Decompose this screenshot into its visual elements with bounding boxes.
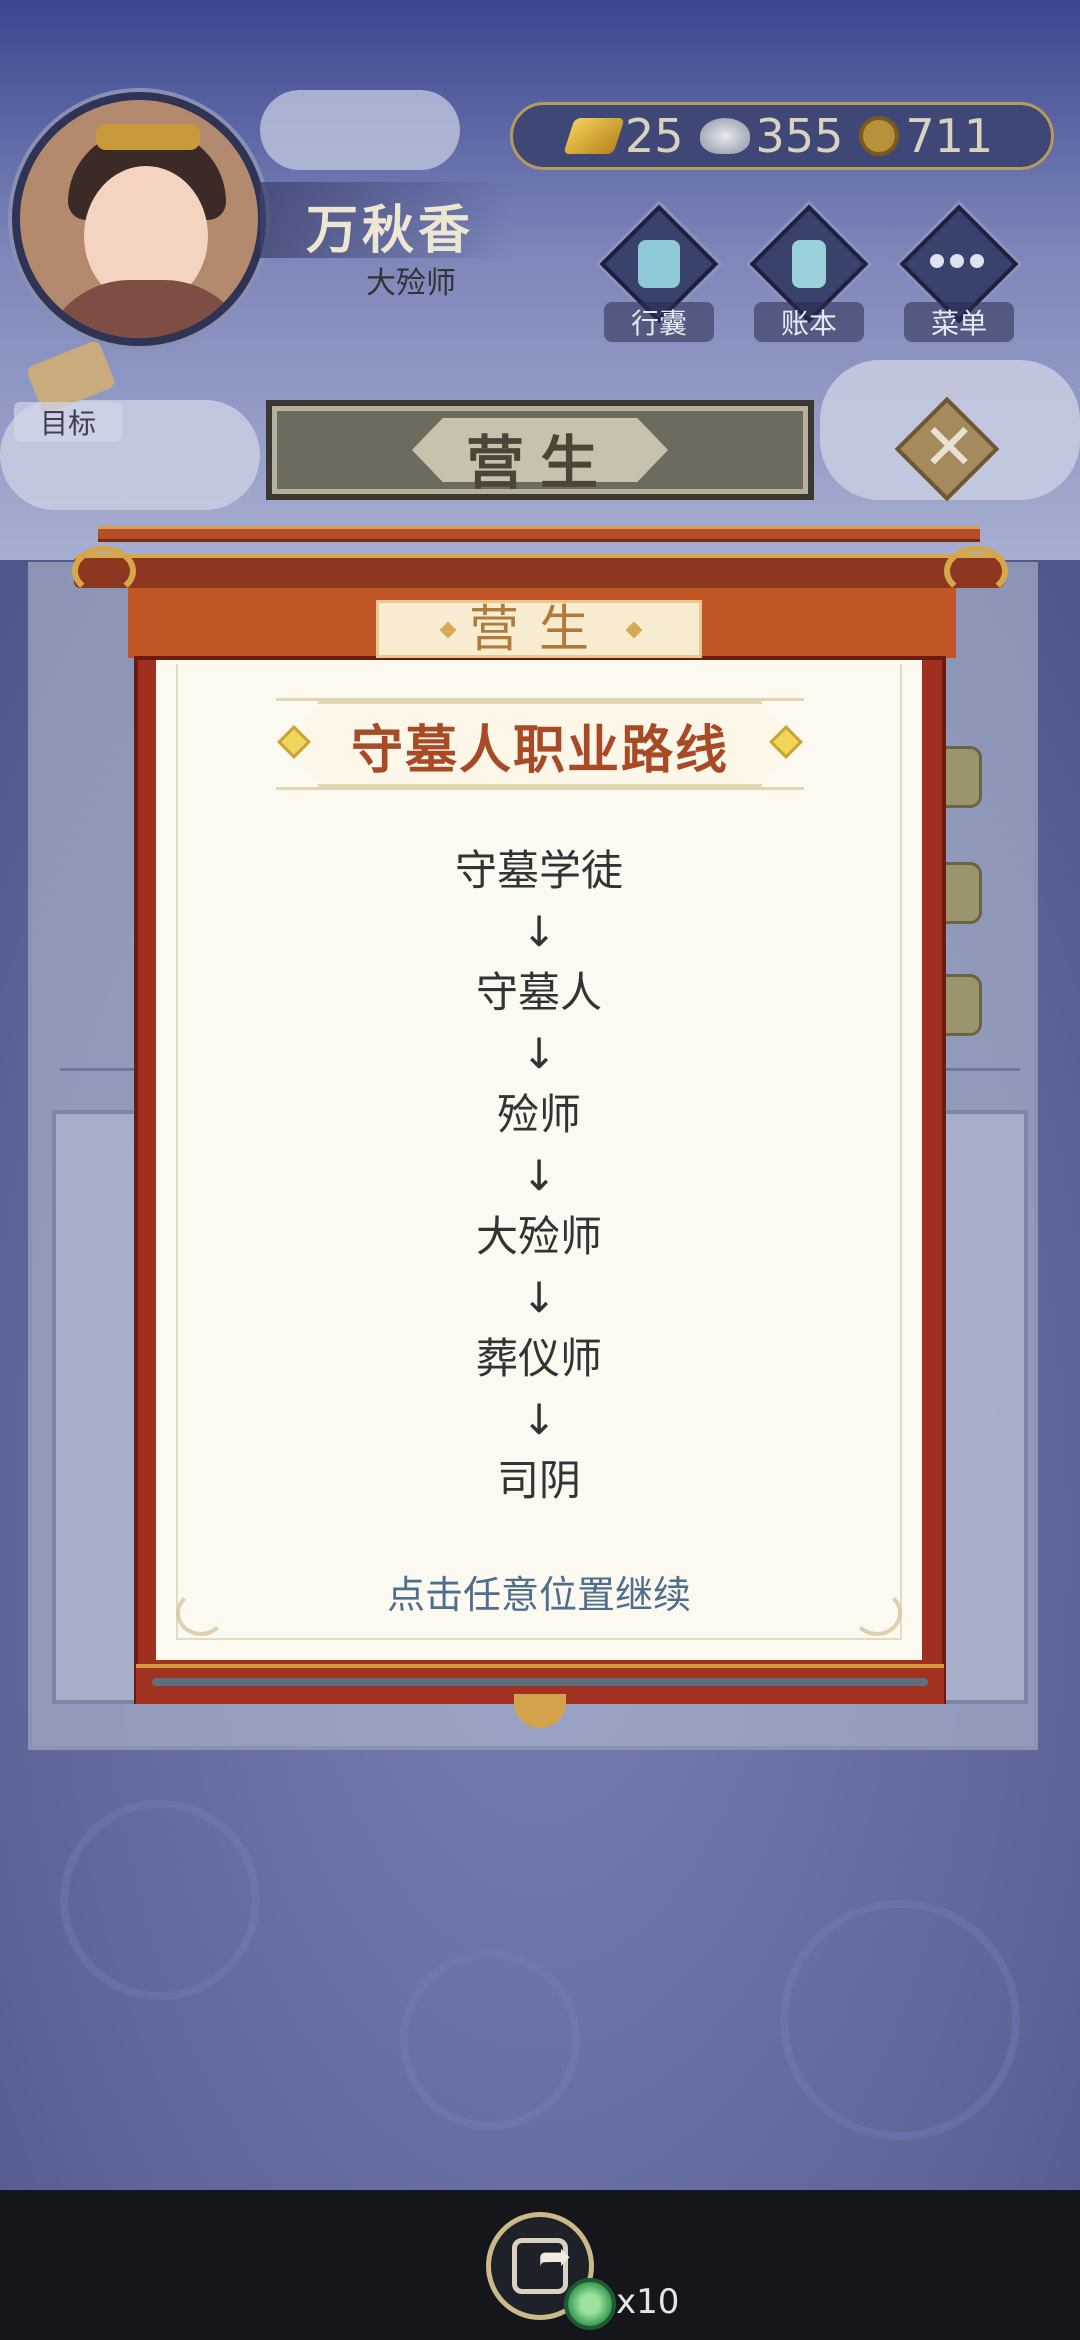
background-swirl [400, 1950, 580, 2130]
career-path-list: 守墓学徒 ↓ 守墓人 ↓ 殓师 ↓ 大殓师 ↓ 葬仪师 ↓ 司阴 [156, 840, 922, 1511]
path-step: 司阴 [496, 1456, 581, 1505]
copper-coin-icon [859, 116, 900, 156]
path-arrow: ↓ [521, 1151, 557, 1200]
path-arrow: ↓ [521, 907, 557, 956]
coin-amount: 711 [905, 109, 994, 163]
path-arrow: ↓ [521, 1395, 557, 1444]
continue-hint[interactable]: 点击任意位置继续 [156, 1564, 922, 1619]
jade-reward-icon [564, 2278, 616, 2330]
path-arrow: ↓ [521, 1029, 557, 1078]
bag-label: 行囊 [604, 302, 714, 342]
path-step: 葬仪师 [475, 1334, 602, 1383]
gold-amount: 25 [625, 109, 684, 163]
ledger-button[interactable]: 账本 [749, 204, 869, 342]
character-avatar[interactable] [12, 92, 266, 346]
path-step: 守墓学徒 [454, 846, 623, 895]
currency-bar: 25 355 711 [510, 102, 1054, 170]
close-icon[interactable]: ✕ [914, 408, 984, 488]
gold-ingot-icon [563, 118, 625, 154]
character-title: 大殓师 [366, 266, 456, 301]
cloud-decoration [260, 90, 460, 170]
silver-amount: 355 [755, 109, 844, 163]
menu-label: 菜单 [904, 302, 1014, 342]
scroll-top-rod [74, 554, 1004, 588]
route-title: 守墓人职业路线 [350, 721, 729, 781]
background-swirl [60, 1800, 260, 2000]
page-title-banner: 营生 [266, 400, 814, 500]
goal-label: 目标 [14, 402, 122, 442]
silver-ingot-icon [699, 118, 750, 154]
share-arrow-icon: ➦ [538, 2234, 572, 2280]
reward-count: x10 [616, 2282, 680, 2322]
scroll-top-rail [98, 526, 980, 542]
path-arrow: ↓ [521, 1273, 557, 1322]
bag-button[interactable]: 行囊 [599, 204, 719, 342]
more-dots-icon [930, 254, 984, 268]
rod-end-ornament [72, 546, 136, 596]
path-step: 大殓师 [475, 1212, 602, 1261]
ledger-icon [792, 240, 826, 288]
path-step: 守墓人 [475, 968, 602, 1017]
page-title: 营生 [465, 429, 614, 497]
path-step: 殓师 [496, 1090, 581, 1139]
modal-tab-label: 营生 [469, 600, 609, 658]
bag-icon [638, 240, 680, 288]
character-name: 万秋香 [306, 201, 475, 261]
menu-button[interactable]: 菜单 [899, 204, 1019, 342]
ledger-label: 账本 [754, 302, 864, 342]
background-swirl [780, 1900, 1020, 2140]
goal-button[interactable]: 目标 [14, 339, 122, 442]
